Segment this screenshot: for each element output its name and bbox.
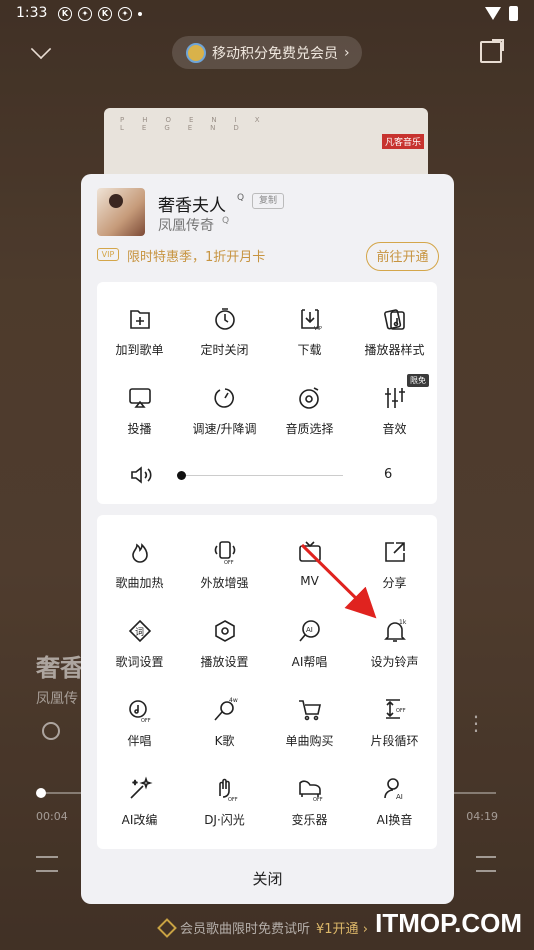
red-annotation-arrow [300, 543, 377, 619]
